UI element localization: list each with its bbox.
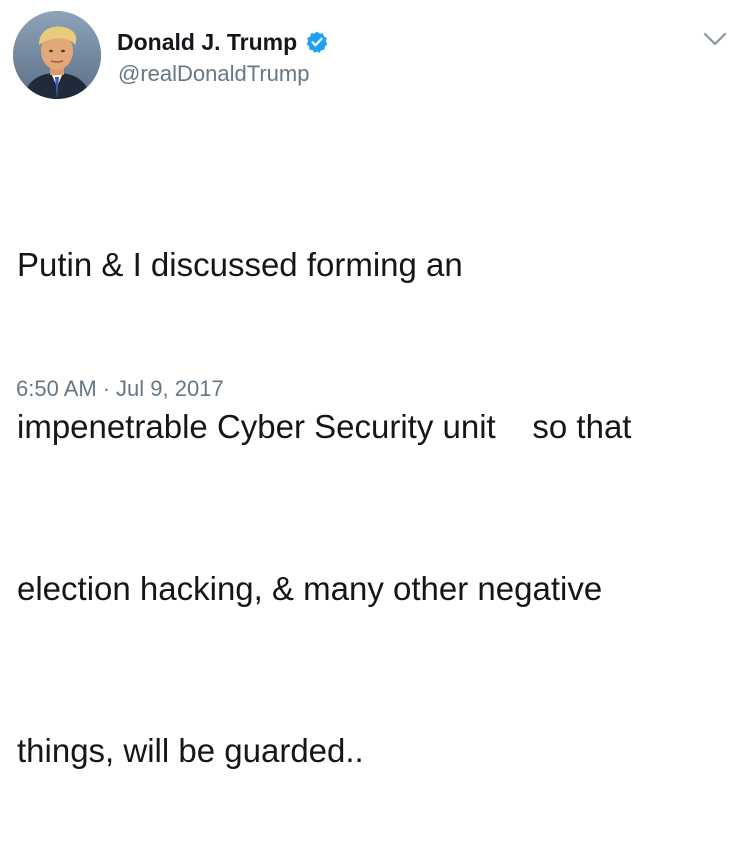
timestamp-separator: · [102, 376, 111, 401]
author-handle[interactable]: @realDonaldTrump [118, 60, 309, 88]
tweet-date: Jul 9, 2017 [116, 376, 224, 401]
chevron-down-icon[interactable] [700, 28, 730, 50]
tweet-text: Putin & I discussed forming an impenetra… [17, 130, 727, 854]
tweet-time: 6:50 AM [16, 376, 97, 401]
tweet-text-line: election hacking, & many other negative [17, 570, 603, 607]
tweet-timestamp[interactable]: 6:50 AM · Jul 9, 2017 [16, 374, 224, 404]
author-name-row: Donald J. Trump [117, 27, 329, 57]
author-avatar[interactable] [13, 11, 101, 99]
author-display-name[interactable]: Donald J. Trump [117, 27, 297, 57]
tweet-card: Donald J. Trump @realDonaldTrump Putin &… [0, 0, 750, 769]
tweet-text-line: things, will be guarded.. [17, 732, 364, 769]
tweet-text-line: Putin & I discussed forming an [17, 246, 463, 283]
tweet-text-line: impenetrable Cyber Security unit so that [17, 408, 632, 445]
verified-badge-icon [305, 30, 329, 54]
avatar-image-icon [13, 11, 101, 99]
